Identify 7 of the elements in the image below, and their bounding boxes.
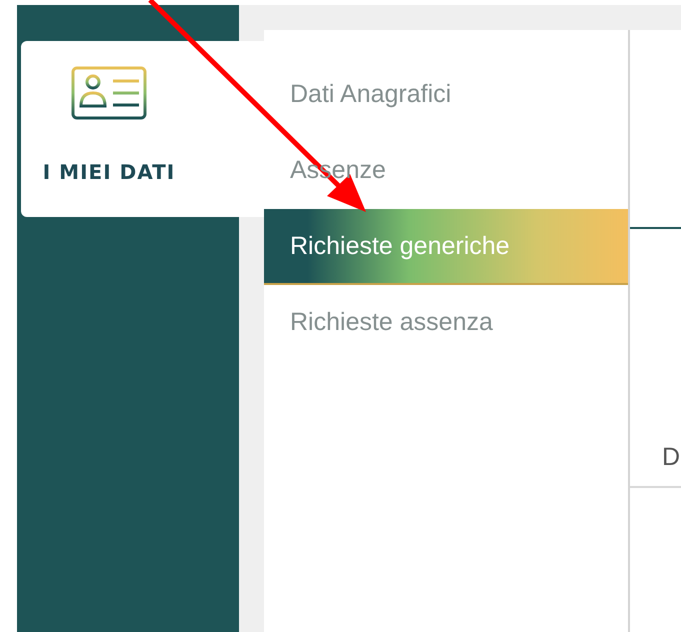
id-card-icon [71, 66, 147, 120]
submenu-item[interactable]: Richieste generiche [264, 209, 628, 285]
column-header: D [662, 443, 680, 472]
my-data-card[interactable]: I MIEI DATI [21, 41, 264, 217]
submenu-item[interactable]: Richieste assenza [264, 285, 628, 361]
card-label: I MIEI DATI [42, 160, 176, 184]
submenu-item[interactable]: Dati Anagrafici [264, 57, 628, 133]
